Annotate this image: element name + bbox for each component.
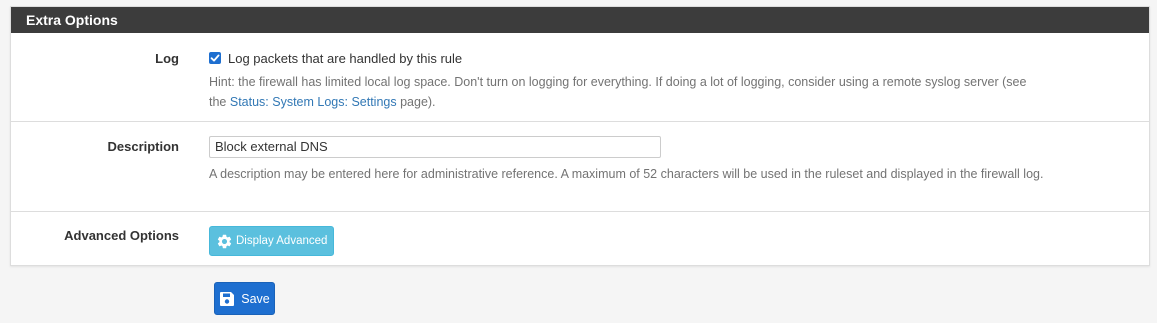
log-hint: Hint: the firewall has limited local log… [209, 72, 1131, 112]
panel-title: Extra Options [11, 7, 1149, 33]
gear-icon [216, 233, 233, 250]
advanced-options-field: Display Advanced [209, 226, 1131, 256]
description-input[interactable]: Block external DNS [209, 136, 661, 158]
description-row: Description Block external DNS A descrip… [11, 122, 1149, 212]
log-hint-suffix: page). [396, 95, 436, 109]
log-label: Log [155, 51, 179, 66]
save-label: Save [241, 291, 270, 306]
description-field: Block external DNS A description may be … [209, 136, 1131, 184]
display-advanced-label: Display Advanced [236, 235, 328, 247]
system-logs-settings-link[interactable]: Status: System Logs: Settings [230, 95, 397, 109]
advanced-options-row: Advanced Options Display Advanced [11, 212, 1149, 265]
log-checkbox-label[interactable]: Log packets that are handled by this rul… [228, 51, 462, 66]
log-field: Log packets that are handled by this rul… [209, 50, 1131, 112]
advanced-options-label: Advanced Options [64, 228, 179, 243]
log-row: Log Log packets that are handled by this… [11, 33, 1149, 122]
log-hint-text: Hint: the firewall has limited local log… [209, 75, 1027, 89]
description-hint: A description may be entered here for ad… [209, 167, 1044, 181]
display-advanced-button[interactable]: Display Advanced [209, 226, 335, 256]
check-icon [210, 54, 220, 62]
log-hint-prefix: the [209, 95, 230, 109]
save-icon [219, 291, 235, 307]
log-checkbox[interactable] [209, 52, 221, 64]
description-label: Description [107, 139, 179, 154]
save-button[interactable]: Save [214, 282, 275, 315]
extra-options-panel: Extra Options Log Log packets that are h… [10, 6, 1150, 266]
